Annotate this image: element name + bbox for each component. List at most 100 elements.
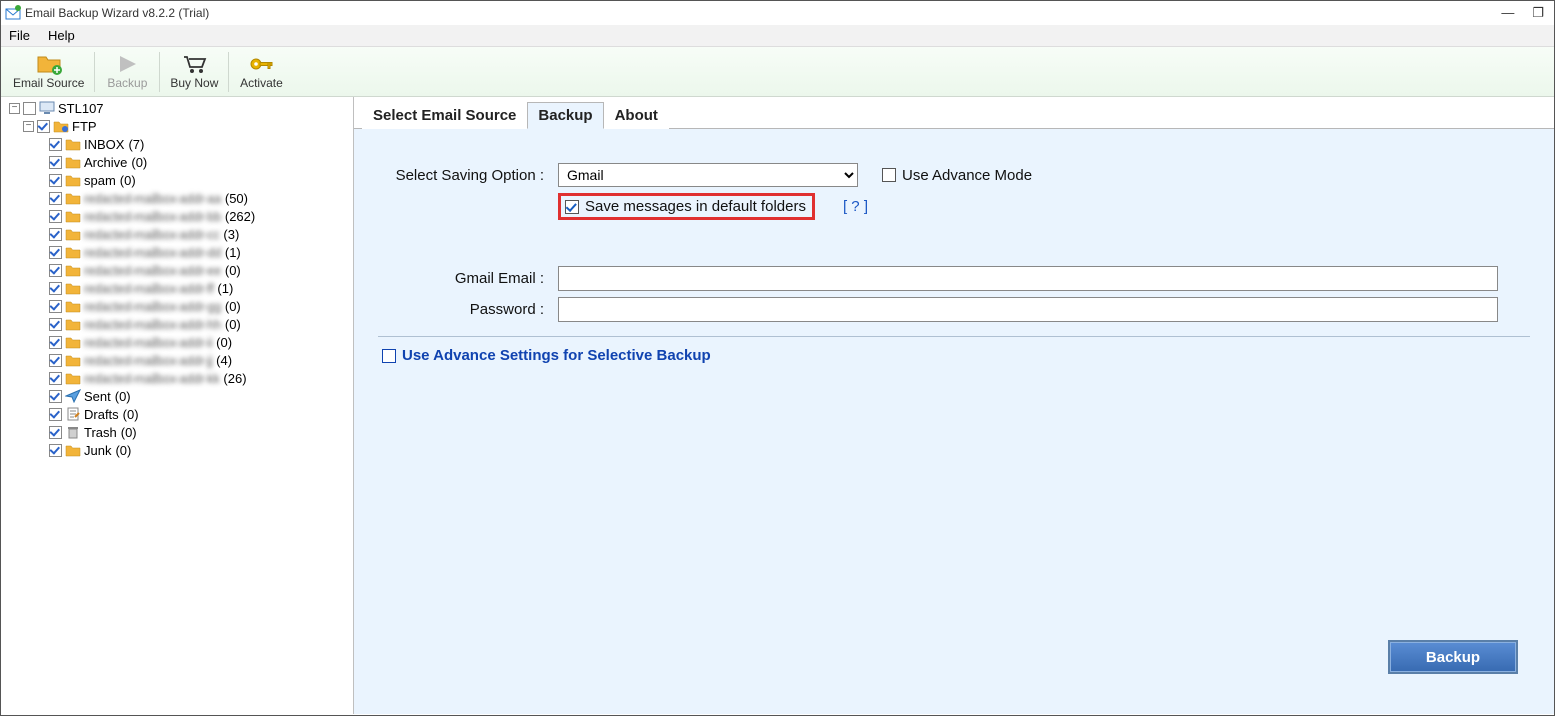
save-default-checkbox[interactable] bbox=[565, 200, 579, 214]
checkbox[interactable] bbox=[49, 156, 62, 169]
tree-item[interactable]: spam(0) bbox=[1, 171, 353, 189]
tree-item-count: (7) bbox=[128, 137, 144, 152]
checkbox[interactable] bbox=[49, 246, 62, 259]
saving-option-label: Select Saving Option : bbox=[378, 167, 558, 184]
tree-item[interactable]: redacted-mailbox-addr-cc (3) bbox=[1, 225, 353, 243]
checkbox[interactable] bbox=[49, 354, 62, 367]
tree-item[interactable]: redacted-mailbox-addr-aa(50) bbox=[1, 189, 353, 207]
tree-item[interactable]: redacted-mailbox-addr-ee(0) bbox=[1, 261, 353, 279]
toolbar: Email Source Backup Buy Now Activate bbox=[1, 47, 1554, 97]
tab-about[interactable]: About bbox=[604, 102, 669, 129]
tree-root[interactable]: − STL107 bbox=[1, 99, 353, 117]
tree-item-count: (0) bbox=[216, 335, 232, 350]
checkbox[interactable] bbox=[49, 228, 62, 241]
checkbox[interactable] bbox=[49, 300, 62, 313]
checkbox[interactable] bbox=[49, 426, 62, 439]
key-icon bbox=[248, 53, 274, 75]
activate-button[interactable]: Activate bbox=[231, 48, 291, 96]
collapse-icon[interactable]: − bbox=[23, 121, 34, 132]
backup-button[interactable]: Backup bbox=[1388, 640, 1518, 674]
checkbox[interactable] bbox=[49, 282, 62, 295]
checkbox[interactable] bbox=[49, 210, 62, 223]
folder-icon bbox=[65, 281, 81, 295]
tree-item-label: redacted-mailbox-addr-jj bbox=[84, 353, 212, 368]
folder-icon bbox=[65, 335, 81, 349]
menubar: File Help bbox=[1, 25, 1554, 47]
checkbox[interactable] bbox=[37, 120, 50, 133]
tree-item[interactable]: redacted-mailbox-addr-gg(0) bbox=[1, 297, 353, 315]
tree-item-label: Trash bbox=[84, 425, 117, 440]
tree-item[interactable]: redacted-mailbox-addr-dd(1) bbox=[1, 243, 353, 261]
checkbox[interactable] bbox=[49, 192, 62, 205]
tree-item-count: (0) bbox=[225, 317, 241, 332]
help-link[interactable]: [ ? ] bbox=[843, 198, 868, 215]
folder-icon bbox=[65, 227, 81, 241]
selective-backup-checkbox[interactable] bbox=[382, 349, 396, 363]
checkbox[interactable] bbox=[49, 138, 62, 151]
menu-help[interactable]: Help bbox=[48, 28, 75, 43]
checkbox[interactable] bbox=[49, 318, 62, 331]
advance-mode-label: Use Advance Mode bbox=[902, 167, 1032, 184]
checkbox[interactable] bbox=[23, 102, 36, 115]
tree-item-label: Drafts bbox=[84, 407, 119, 422]
tree-item[interactable]: Drafts(0) bbox=[1, 405, 353, 423]
tree-item-count: (4) bbox=[216, 353, 232, 368]
tree-item[interactable]: Sent(0) bbox=[1, 387, 353, 405]
tree-item-label: redacted-mailbox-addr-aa bbox=[84, 191, 221, 206]
tree-item[interactable]: redacted-mailbox-addr-jj (4) bbox=[1, 351, 353, 369]
folder-icon bbox=[65, 137, 81, 151]
main-panel: Select Email Source Backup About Select … bbox=[354, 97, 1554, 714]
checkbox[interactable] bbox=[49, 444, 62, 457]
checkbox[interactable] bbox=[49, 336, 62, 349]
checkbox[interactable] bbox=[49, 174, 62, 187]
tree-item-label: redacted-mailbox-addr-cc bbox=[84, 227, 219, 242]
save-default-highlight: Save messages in default folders bbox=[558, 193, 815, 220]
backup-button-toolbar[interactable]: Backup bbox=[97, 48, 157, 96]
tree-item-count: (262) bbox=[225, 209, 255, 224]
minimize-button[interactable]: — bbox=[1501, 5, 1514, 21]
checkbox[interactable] bbox=[49, 264, 62, 277]
tab-select-email-source[interactable]: Select Email Source bbox=[362, 102, 527, 129]
gmail-email-label: Gmail Email : bbox=[378, 270, 558, 287]
menu-file[interactable]: File bbox=[9, 28, 30, 43]
folder-icon bbox=[65, 155, 81, 169]
tree-item[interactable]: redacted-mailbox-addr-kk(26) bbox=[1, 369, 353, 387]
tree-item[interactable]: Trash (0) bbox=[1, 423, 353, 441]
tree-item-label: spam bbox=[84, 173, 116, 188]
saving-option-select[interactable]: Gmail bbox=[558, 163, 858, 187]
separator bbox=[378, 336, 1530, 337]
tree-item-count: (26) bbox=[223, 371, 246, 386]
tree-item-label: Junk bbox=[84, 443, 111, 458]
tree-item-count: (0) bbox=[121, 425, 137, 440]
password-field[interactable] bbox=[558, 297, 1498, 322]
collapse-icon[interactable]: − bbox=[9, 103, 20, 114]
tree-item[interactable]: Junk(0) bbox=[1, 441, 353, 459]
tree-item[interactable]: INBOX (7) bbox=[1, 135, 353, 153]
backup-form: Select Saving Option : Gmail Use Advance… bbox=[354, 129, 1554, 714]
folder-icon bbox=[65, 173, 81, 187]
computer-icon bbox=[39, 101, 55, 115]
tree-ftp[interactable]: − FTP bbox=[1, 117, 353, 135]
tree-item[interactable]: redacted-mailbox-addr-bb(262) bbox=[1, 207, 353, 225]
tree-item-count: (0) bbox=[131, 155, 147, 170]
tree-item[interactable]: redacted-mailbox-addr-ii(0) bbox=[1, 333, 353, 351]
tree-item-label: Archive bbox=[84, 155, 127, 170]
folder-icon bbox=[65, 317, 81, 331]
tree-item[interactable]: redacted-mailbox-addr-ff(1) bbox=[1, 279, 353, 297]
email-source-button[interactable]: Email Source bbox=[5, 48, 92, 96]
checkbox[interactable] bbox=[49, 372, 62, 385]
advance-mode-checkbox[interactable] bbox=[882, 168, 896, 182]
tree-item-label: INBOX bbox=[84, 137, 124, 152]
tree-item[interactable]: Archive (0) bbox=[1, 153, 353, 171]
checkbox[interactable] bbox=[49, 390, 62, 403]
app-icon bbox=[5, 5, 21, 21]
buy-now-button[interactable]: Buy Now bbox=[162, 48, 226, 96]
folder-icon bbox=[65, 299, 81, 313]
tab-backup[interactable]: Backup bbox=[527, 102, 603, 129]
folder-tree[interactable]: − STL107 − FTP INBOX(7)Archive(0)spam(0)… bbox=[1, 97, 354, 714]
checkbox[interactable] bbox=[49, 408, 62, 421]
gmail-email-field[interactable] bbox=[558, 266, 1498, 291]
tree-item[interactable]: redacted-mailbox-addr-hh(0) bbox=[1, 315, 353, 333]
tree-item-count: (3) bbox=[223, 227, 239, 242]
maximize-button[interactable]: ❐ bbox=[1532, 5, 1544, 21]
